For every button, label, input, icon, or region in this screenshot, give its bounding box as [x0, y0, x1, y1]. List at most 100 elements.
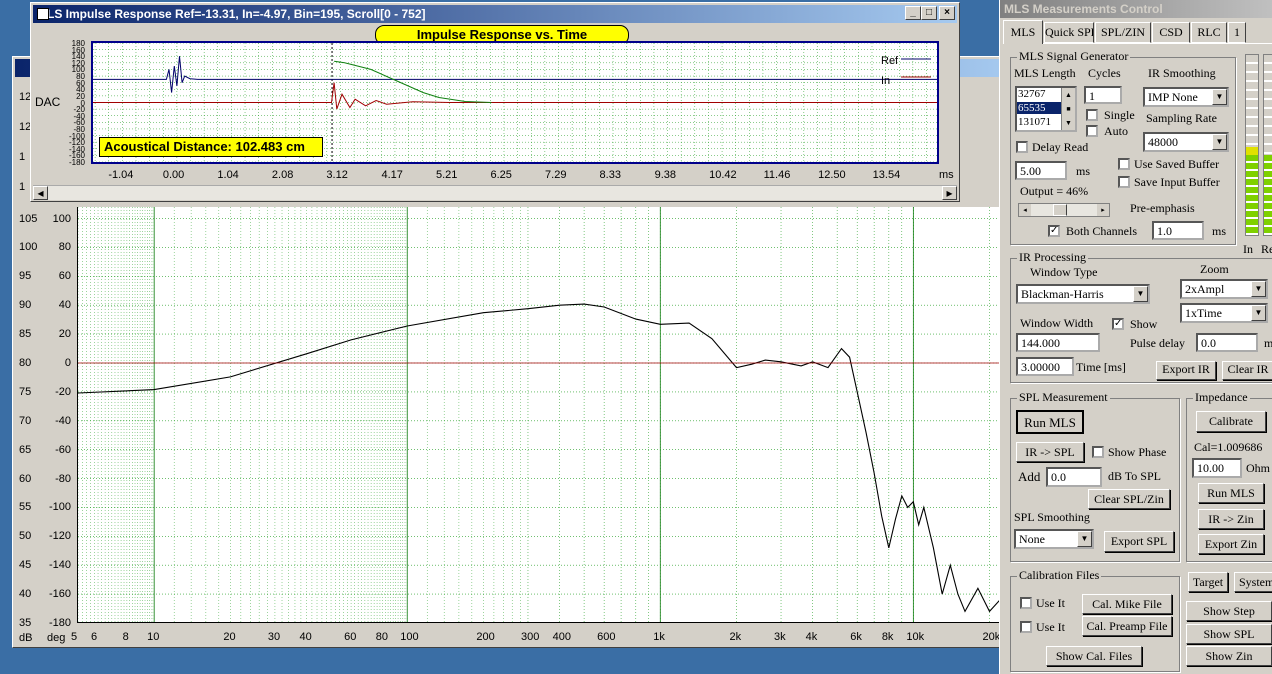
chevron-down-icon[interactable]: ▼ [1251, 305, 1266, 321]
clear-spl-zin-button[interactable]: Clear SPL/Zin [1088, 489, 1170, 509]
show-spl-button[interactable]: Show SPL [1186, 624, 1272, 644]
tab-rlc[interactable]: RLC [1191, 22, 1227, 43]
scroll-left-button[interactable]: ◂ [33, 186, 48, 200]
slider-thumb[interactable] [1053, 204, 1067, 216]
deg-tick: 100 [52, 212, 71, 225]
spl-smoothing-label: SPL Smoothing [1014, 510, 1090, 524]
freq-tick: 200 [476, 631, 495, 643]
ir-processing-label: IR Processing [1017, 250, 1088, 265]
delay-read-checkbox[interactable] [1016, 141, 1028, 153]
spl-plot [77, 207, 999, 623]
slider-right-arrow[interactable]: ▸ [1097, 204, 1109, 216]
add-db-input[interactable]: 0.0 [1046, 467, 1102, 487]
time-label: Time [ms] [1076, 360, 1126, 374]
ir-x-tick: 10.42 [709, 169, 737, 181]
db-tick: 35 [19, 617, 32, 629]
run-mls-zin-button[interactable]: Run MLS [1198, 483, 1264, 503]
slider-left-arrow[interactable]: ◂ [1019, 204, 1031, 216]
ir-to-spl-button[interactable]: IR -> SPL [1016, 442, 1084, 462]
chevron-down-icon[interactable]: ▼ [1251, 281, 1266, 297]
run-mls-button[interactable]: Run MLS [1016, 410, 1084, 434]
show-phase-checkbox[interactable] [1092, 446, 1104, 458]
time-input[interactable]: 3.00000 [1016, 357, 1074, 376]
use-saved-buffer-checkbox[interactable] [1118, 158, 1130, 170]
freq-tick: 10 [147, 631, 160, 643]
y-unit-deg: deg [47, 632, 66, 644]
pre-emphasis-label: Pre-emphasis [1130, 201, 1195, 215]
show-window-checkbox[interactable]: ✓ [1112, 318, 1124, 330]
export-spl-button[interactable]: Export SPL [1104, 531, 1174, 552]
deg-tick: 60 [58, 270, 71, 283]
db-tick: 80 [19, 357, 32, 369]
output-slider[interactable]: ◂ ▸ [1018, 203, 1110, 217]
ir-titlebar[interactable]: MLS Impulse Response Ref=-13.31, In=-4.9… [33, 5, 957, 23]
delay-input[interactable]: 5.00 [1015, 161, 1067, 180]
export-ir-button[interactable]: Export IR [1156, 361, 1216, 380]
db-tick: 55 [19, 501, 32, 514]
use-preamp-cal-label: Use It [1036, 620, 1065, 634]
tab-spl-zin[interactable]: SPL/ZIN [1095, 22, 1151, 43]
freq-tick: 30 [267, 631, 281, 643]
cycles-input[interactable]: 1 [1084, 86, 1122, 104]
control-title: MLS Measurements Control [1004, 2, 1163, 16]
chevron-down-icon[interactable]: ▼ [1212, 134, 1227, 150]
single-checkbox[interactable] [1086, 109, 1098, 121]
both-channels-checkbox[interactable]: ✓ [1048, 225, 1060, 237]
scroll-right-button[interactable]: ▸ [942, 186, 957, 200]
mls-length-item[interactable]: 32767 [1018, 88, 1062, 100]
tab-1[interactable]: 1 [1228, 22, 1246, 43]
spl-smoothing-select[interactable]: None ▼ [1014, 529, 1094, 549]
ohm-input[interactable]: 10.00 [1192, 458, 1242, 478]
chevron-down-icon[interactable]: ▼ [1133, 286, 1148, 302]
ir-smoothing-select[interactable]: IMP None ▼ [1143, 87, 1229, 107]
use-mike-cal-checkbox[interactable] [1020, 597, 1032, 609]
show-cal-files-button[interactable]: Show Cal. Files [1046, 646, 1142, 666]
window-width-input[interactable]: 144.000 [1016, 333, 1100, 352]
cal-preamp-file-button[interactable]: Cal. Preamp File [1082, 616, 1172, 636]
mls-length-spin[interactable]: ▲ ■ ▼ [1061, 88, 1075, 130]
target-button[interactable]: Target [1188, 572, 1228, 592]
db-tick: 50 [19, 530, 32, 543]
cal-mike-file-button[interactable]: Cal. Mike File [1082, 594, 1172, 614]
deg-tick: -140 [48, 559, 71, 572]
legend-ref: Ref [881, 55, 899, 67]
use-preamp-cal-checkbox[interactable] [1020, 621, 1032, 633]
db-tick: 40 [19, 588, 32, 601]
pulse-delay-input[interactable]: 0.0 [1196, 333, 1258, 352]
tab-quick-spl[interactable]: Quick SPL [1044, 22, 1094, 43]
mls-length-list[interactable]: 32767 65535 131071 ▲ ■ ▼ [1015, 86, 1077, 132]
ir-to-zin-button[interactable]: IR -> Zin [1198, 509, 1264, 529]
auto-checkbox[interactable] [1086, 125, 1098, 137]
calibrate-button[interactable]: Calibrate [1196, 411, 1266, 432]
hidden-db-tick: 1 [19, 181, 26, 193]
control-titlebar[interactable]: MLS Measurements Control [1000, 0, 1272, 18]
ir-x-tick: 0.00 [162, 169, 185, 181]
freq-tick: 10k [906, 631, 925, 643]
ir-scrollbar[interactable]: ◂ ▸ [33, 185, 957, 200]
mls-length-item[interactable]: 131071 [1018, 116, 1062, 128]
export-zin-button[interactable]: Export Zin [1198, 534, 1264, 554]
tab-mls[interactable]: MLS [1003, 20, 1043, 44]
chevron-down-icon[interactable]: ▼ [1077, 531, 1092, 547]
tab-csd[interactable]: CSD [1152, 22, 1190, 43]
chevron-down-icon[interactable]: ▼ [1212, 89, 1227, 105]
maximize-button[interactable]: □ [921, 6, 937, 20]
save-input-buffer-checkbox[interactable] [1118, 176, 1130, 188]
both-channels-label: Both Channels [1066, 224, 1137, 238]
ohm-label: Ohm [1246, 461, 1270, 475]
close-button[interactable]: × [939, 6, 955, 20]
db-tick: 75 [19, 385, 32, 398]
zoom-ampl-select[interactable]: 2xAmpl ▼ [1180, 279, 1268, 299]
clear-ir-button[interactable]: Clear IR [1222, 361, 1272, 380]
both-channels-input[interactable]: 1.0 [1152, 221, 1204, 240]
window-type-select[interactable]: Blackman-Harris ▼ [1016, 284, 1150, 304]
deg-tick: -120 [48, 530, 71, 543]
use-saved-buffer-label: Use Saved Buffer [1134, 157, 1220, 171]
mls-length-item-selected[interactable]: 65535 [1017, 102, 1061, 114]
zoom-time-select[interactable]: 1xTime ▼ [1180, 303, 1268, 323]
system-button[interactable]: System [1234, 572, 1272, 592]
show-zin-button[interactable]: Show Zin [1186, 646, 1272, 666]
minimize-button[interactable]: _ [905, 6, 921, 20]
sampling-rate-select[interactable]: 48000 ▼ [1143, 132, 1229, 152]
show-step-button[interactable]: Show Step [1186, 601, 1272, 621]
